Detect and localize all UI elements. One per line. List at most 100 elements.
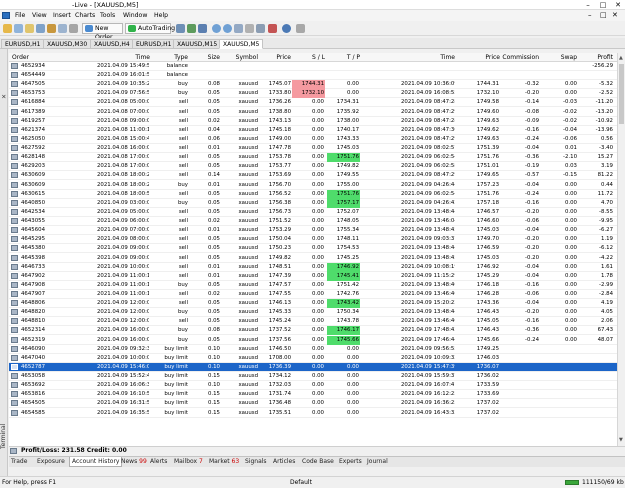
table-row[interactable]: 4652319 2021.04.09 16:00:05 buy 0.05 xauusd 1… xyxy=(9,335,617,345)
menu-tools[interactable]: Tools xyxy=(100,12,115,19)
candlestick-icon[interactable] xyxy=(187,24,196,33)
table-row[interactable]: 4646090 2021.04.09 09:32:31 buy limit 0.10 x… xyxy=(9,345,617,354)
tab-account-history[interactable]: Account History xyxy=(69,457,123,467)
tab-code-base[interactable]: Code Base xyxy=(302,457,334,467)
line-chart-icon[interactable] xyxy=(198,24,207,33)
col-tp[interactable]: T / P xyxy=(327,54,360,61)
menu-charts[interactable]: Charts xyxy=(75,12,95,19)
tab-exposure[interactable]: Exposure xyxy=(37,457,65,467)
menu-view[interactable]: View xyxy=(32,12,47,19)
table-row[interactable]: 4616884 2021.04.08 05:00:01 sell 0.05 xauusd… xyxy=(9,98,617,108)
tab-articles[interactable]: Articles xyxy=(273,457,295,467)
market-watch-icon[interactable] xyxy=(25,24,34,33)
table-row[interactable]: 4645398 2021.04.09 09:00:05 sell 0.05 xauusd… xyxy=(9,254,617,263)
table-row[interactable]: 4630615 2021.04.08 18:00:50 sell 0.05 xauusd… xyxy=(9,189,617,199)
tab-chart-5[interactable]: XAUUSD,M15 xyxy=(173,39,222,49)
tab-journal[interactable]: Journal xyxy=(367,457,388,467)
table-row[interactable]: 4653816 2021.04.09 16:10:57 buy limit 0.15 x… xyxy=(9,390,617,400)
table-row[interactable]: 4617389 2021.04.08 07:00:02 sell 0.05 xauusd… xyxy=(9,108,617,117)
table-row[interactable]: 4640850 2021.04.09 03:00:01 buy 0.05 xauusd 1… xyxy=(9,198,617,208)
col-close-price[interactable]: Price xyxy=(462,54,500,61)
scroll-down-icon[interactable]: ▼ xyxy=(619,437,623,443)
col-close-time[interactable]: Time xyxy=(409,54,455,61)
zoom-in-icon[interactable] xyxy=(212,24,221,33)
autoscroll-icon[interactable] xyxy=(256,24,265,33)
menu-window[interactable]: Window xyxy=(123,12,147,19)
col-commission[interactable]: Commission xyxy=(499,54,539,61)
table-row[interactable]: 4647908 2021.04.09 11:00:19 buy 0.05 xauusd 1… xyxy=(9,281,617,290)
table-row[interactable]: 4619257 2021.04.08 09:00:05 sell 0.02 xauusd… xyxy=(9,117,617,126)
table-row[interactable]: 4630609 2021.04.08 18:00:29 sell 0.14 xauusd… xyxy=(9,171,617,181)
col-swap[interactable]: Swap xyxy=(541,54,577,61)
tab-alerts[interactable]: Alerts xyxy=(150,457,167,467)
col-profit[interactable]: Profit xyxy=(579,54,613,61)
close-button[interactable]: ✕ xyxy=(613,0,623,10)
tab-chart-4[interactable]: EURUSD,H1 xyxy=(132,39,176,49)
table-row[interactable]: 4647040 2021.04.09 10:00:03 buy limit 0.10 x… xyxy=(9,354,617,363)
menu-help[interactable]: Help xyxy=(154,12,168,19)
table-row[interactable]: 4652934 2021.04.09 15:49:51 balance -256.29 xyxy=(9,62,617,71)
col-price[interactable]: Price xyxy=(258,54,291,61)
table-row[interactable]: 4627592 2021.04.08 16:00:06 sell 0.01 xauusd… xyxy=(9,144,617,154)
tab-chart-3[interactable]: XAUUSD,H4 xyxy=(90,39,134,49)
table-row[interactable]: 4629203 2021.04.08 17:00:07 sell 0.05 xauusd… xyxy=(9,162,617,172)
table-row[interactable]: 4648820 2021.04.09 12:00:05 buy 0.05 xauusd 1… xyxy=(9,308,617,318)
tile-windows-icon[interactable] xyxy=(234,24,243,33)
table-row[interactable]: 4654505 2021.04.09 16:31:50 buy limit 0.15 x… xyxy=(9,399,617,409)
navigator-icon[interactable] xyxy=(47,24,56,33)
indicators-icon[interactable] xyxy=(268,24,277,33)
table-row[interactable]: 4625050 2021.04.08 15:00:49 sell 0.06 xauusd… xyxy=(9,135,617,144)
table-row[interactable]: 4654585 2021.04.09 16:35:53 buy limit 0.15 x… xyxy=(9,409,617,418)
table-row[interactable]: 4654449 2021.04.09 16:01:58 balance xyxy=(9,71,617,81)
strategy-tester-icon[interactable] xyxy=(69,24,78,33)
tab-market[interactable]: Market 63 xyxy=(209,457,239,467)
autotrading-button[interactable]: AutoTrading xyxy=(125,23,175,34)
data-window-icon[interactable] xyxy=(36,24,45,33)
table-row[interactable]: 4647505 2021.04.09 10:35:26 buy 0.08 xauusd 1… xyxy=(9,80,617,90)
table-row[interactable]: 4643055 2021.04.09 06:00:02 sell 0.02 xauusd… xyxy=(9,217,617,227)
table-row[interactable]: 4647907 2021.04.09 11:00:17 sell 0.02 xauusd… xyxy=(9,290,617,299)
table-row[interactable]: 4645295 2021.04.09 08:00:01 sell 0.05 xauusd… xyxy=(9,235,617,245)
table-row[interactable]: 4653058 2021.04.09 15:52:48 buy limit 0.15 x… xyxy=(9,372,617,382)
table-row[interactable]: 4628148 2021.04.08 17:00:05 sell 0.05 xauusd… xyxy=(9,153,617,163)
bar-chart-icon[interactable] xyxy=(176,24,185,33)
table-row-selected[interactable]: 4652787 2021.04.09 15:46:03 buy limit 0.10 x… xyxy=(9,362,617,372)
col-time[interactable]: Time xyxy=(104,54,150,61)
table-row[interactable]: 4647902 2021.04.09 11:00:19 sell 0.01 xauusd… xyxy=(9,271,617,281)
vertical-scrollbar[interactable]: ▲ ▼ xyxy=(617,53,625,446)
terminal-icon[interactable] xyxy=(58,24,67,33)
scrollbar-thumb[interactable] xyxy=(619,64,624,124)
new-order-button[interactable]: New Order xyxy=(82,23,123,41)
table-row[interactable]: 4646733 2021.04.09 10:00:02 sell 0.01 xauusd… xyxy=(9,262,617,272)
col-size[interactable]: Size xyxy=(190,54,220,61)
templates-icon[interactable] xyxy=(296,24,305,33)
terminal-close-icon[interactable]: ✕ xyxy=(1,94,8,99)
child-minimize-button[interactable]: – xyxy=(588,11,592,19)
maximize-button[interactable]: □ xyxy=(598,0,608,10)
table-row[interactable]: 4642534 2021.04.09 05:00:02 sell 0.05 xauusd… xyxy=(9,208,617,217)
table-row[interactable]: 4653753 2021.04.09 07:56:56 buy 0.05 xauusd 1… xyxy=(9,89,617,99)
tab-news[interactable]: News 99 xyxy=(121,457,147,467)
child-close-button[interactable]: ✕ xyxy=(612,11,618,19)
table-row[interactable]: 4645380 2021.04.09 09:00:01 sell 0.05 xauusd… xyxy=(9,244,617,254)
table-row[interactable]: 4653692 2021.04.09 16:06:31 buy limit 0.10 x… xyxy=(9,381,617,391)
table-row[interactable]: 4648810 2021.04.09 12:00:04 sell 0.05 xauusd… xyxy=(9,317,617,327)
menu-file[interactable]: File xyxy=(15,12,25,19)
col-sl[interactable]: S / L xyxy=(292,54,325,61)
tab-chart-6-active[interactable]: XAUUSD,M5 xyxy=(219,39,264,49)
tab-chart-2[interactable]: XAUUSD,M30 xyxy=(43,39,92,49)
scroll-up-icon[interactable]: ▲ xyxy=(619,55,623,61)
menu-insert[interactable]: Insert xyxy=(53,12,71,19)
col-symbol[interactable]: Symbol xyxy=(220,54,258,61)
table-row[interactable]: 4621374 2021.04.08 11:00:17 sell 0.04 xauusd… xyxy=(9,126,617,135)
new-chart-icon[interactable] xyxy=(3,24,12,33)
chart-shift-icon[interactable] xyxy=(245,24,254,33)
minimize-button[interactable]: – xyxy=(583,0,593,10)
tab-experts[interactable]: Experts xyxy=(339,457,362,467)
periods-icon[interactable] xyxy=(282,24,291,33)
tab-trade[interactable]: Trade xyxy=(11,457,27,467)
tab-mailbox[interactable]: Mailbox 7 xyxy=(174,457,203,467)
tab-signals[interactable]: Signals xyxy=(245,457,267,467)
table-row[interactable]: 4645604 2021.04.09 07:00:02 sell 0.01 xauusd… xyxy=(9,226,617,236)
col-order[interactable]: Order xyxy=(12,54,29,61)
